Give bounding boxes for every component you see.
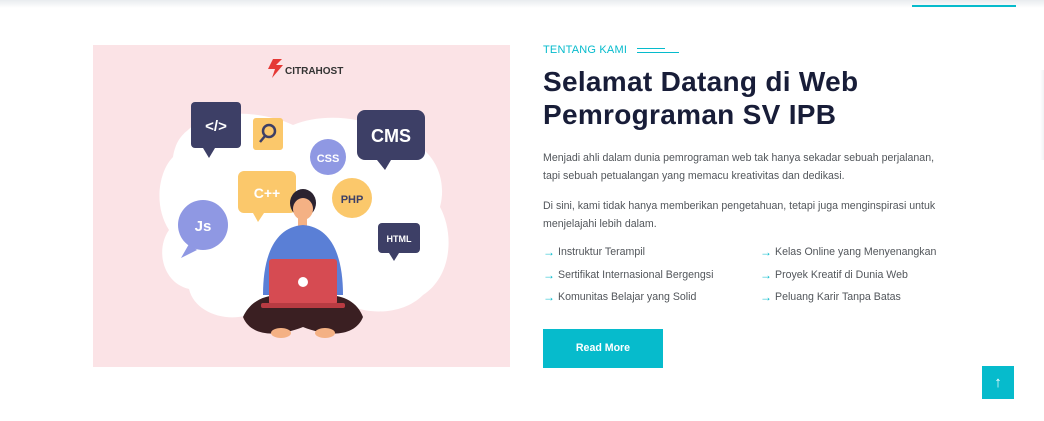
list-item: → Kelas Online yang Menyenangkan [760, 243, 960, 262]
cms-bubble-text: CMS [371, 126, 411, 146]
intro-paragraph: Menjadi ahli dalam dunia pemrograman web… [543, 152, 935, 182]
eyebrow-label: TENTANG KAMI [543, 44, 628, 56]
citrahost-logo-text: CITRAHOST [285, 66, 343, 77]
arrow-right-icon: → [760, 245, 772, 260]
title-line-1: Selamat Datang di Web [543, 66, 859, 97]
list-item: → Peluang Karir Tanpa Batas [760, 288, 960, 307]
feature-label: Peluang Karir Tanpa Batas [775, 291, 901, 304]
arrow-right-icon: → [760, 267, 772, 282]
title-line-2: Pemrograman SV IPB [543, 99, 837, 130]
html-bubble-text: HTML [387, 234, 412, 244]
arrow-right-icon: → [543, 290, 555, 305]
about-illustration: CITRAHOST </> CSS CMS C++ PHP Js HTML [93, 45, 510, 367]
arrow-right-icon: → [543, 267, 555, 282]
header-shadow [0, 0, 1044, 8]
js-bubble-text: Js [195, 218, 212, 235]
mission-paragraph: Di sini, kami tidak hanya memberikan pen… [543, 200, 936, 230]
php-bubble-text: PHP [341, 194, 364, 206]
nav-active-indicator [912, 5, 1016, 7]
back-to-top-button[interactable]: ↑ [982, 366, 1014, 399]
feature-label: Kelas Online yang Menyenangkan [775, 246, 937, 259]
eyebrow-decoration [637, 47, 680, 53]
scroll-edge [1040, 70, 1044, 160]
css-bubble: CSS [310, 139, 346, 175]
developer-illustration: CITRAHOST </> CSS CMS C++ PHP Js HTML [159, 59, 449, 338]
list-item: → Proyek Kreatif di Dunia Web [760, 266, 960, 285]
read-more-button[interactable]: Read More [543, 328, 663, 368]
feature-list: → Instruktur Terampil → Kelas Online yang … [543, 243, 963, 307]
php-bubble: PHP [332, 178, 372, 218]
arrow-right-icon: → [543, 245, 555, 260]
code-bubble-text: </> [205, 118, 227, 135]
arrow-right-icon: → [760, 290, 772, 305]
css-bubble-text: CSS [317, 153, 340, 165]
feature-label: Instruktur Terampil [558, 246, 645, 259]
list-item: → Komunitas Belajar yang Solid [543, 288, 760, 307]
list-item: → Sertifikat Internasional Bergengsi [543, 266, 760, 285]
arrow-up-icon: ↑ [994, 374, 1002, 391]
cpp-bubble-text: C++ [254, 185, 280, 201]
citrahost-logo: CITRAHOST [268, 59, 343, 78]
search-bubble [253, 118, 283, 150]
section-title: Selamat Datang di Web Pemrograman SV IPB [543, 65, 963, 131]
feature-label: Komunitas Belajar yang Solid [558, 291, 697, 304]
list-item: → Instruktur Terampil [543, 243, 760, 262]
feature-label: Sertifikat Internasional Bergengsi [558, 268, 714, 281]
about-section: TENTANG KAMI Selamat Datang di Web Pemro… [543, 44, 963, 368]
section-eyebrow: TENTANG KAMI [543, 44, 963, 56]
feature-label: Proyek Kreatif di Dunia Web [775, 268, 908, 281]
